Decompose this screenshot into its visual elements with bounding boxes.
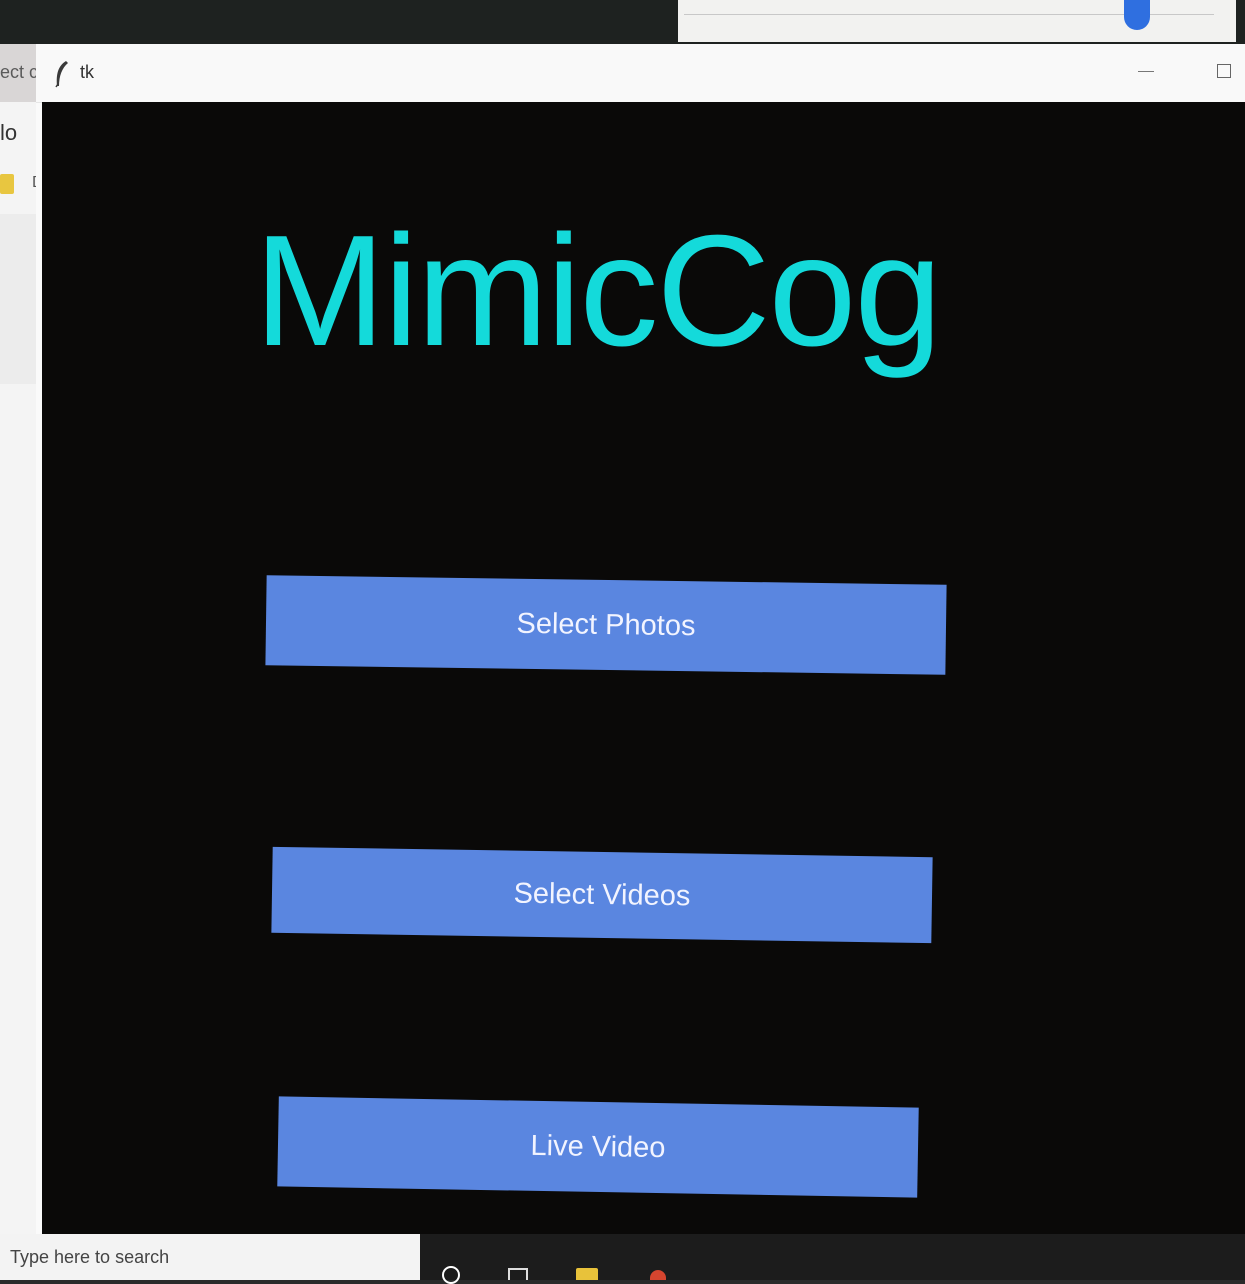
window-titlebar[interactable]: tk: [36, 44, 1245, 103]
search-icon[interactable]: [442, 1266, 460, 1284]
app-canvas: MimicCog Select Photos Select Videos Liv…: [42, 102, 1245, 1244]
maximize-button[interactable]: [1206, 56, 1242, 86]
select-photos-button[interactable]: Select Photos: [265, 575, 947, 675]
minimize-button[interactable]: [1128, 56, 1164, 86]
taskbar: Type here to search: [0, 1234, 1245, 1284]
minimize-icon: [1138, 70, 1154, 72]
background-window-text-1: ect c: [0, 62, 39, 82]
window-title: tk: [80, 62, 95, 82]
task-view-icon[interactable]: [508, 1268, 528, 1280]
tk-feather-icon: [55, 61, 68, 88]
background-window-text-2: lo: [0, 120, 18, 145]
select-videos-button[interactable]: Select Videos: [271, 846, 933, 944]
background-panel-top: [678, 0, 1236, 42]
app-title: MimicCog: [254, 203, 942, 379]
taskbar-search-input[interactable]: Type here to search: [0, 1234, 420, 1280]
folder-icon: [0, 174, 14, 194]
maximize-icon: [1217, 64, 1231, 78]
live-video-button[interactable]: Live Video: [277, 1096, 919, 1198]
scroll-knob[interactable]: [1124, 0, 1150, 30]
folder-icon[interactable]: [576, 1268, 598, 1280]
app-icon[interactable]: [650, 1270, 666, 1280]
tk-window: tk MimicCog Select Photos Select Videos …: [36, 44, 1245, 1244]
